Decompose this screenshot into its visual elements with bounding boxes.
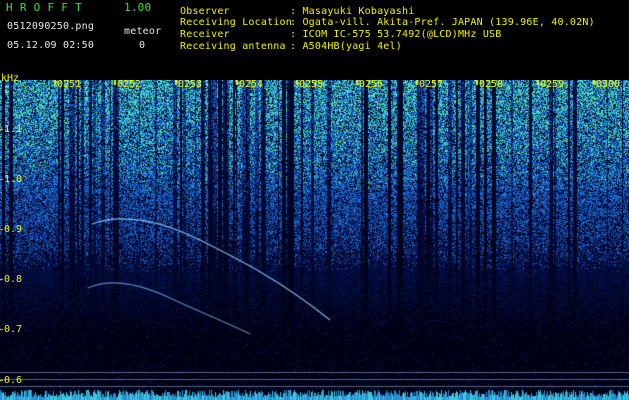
file-name: 0512090250.png (7, 21, 95, 32)
freq-tick-1-0: 1.0 (4, 174, 23, 185)
app-version: 1.00 (124, 1, 152, 14)
time-tick-0256: 0256 (359, 79, 384, 90)
freq-tick-0-8: 0.8 (4, 274, 23, 285)
observer-label: Observer (180, 6, 230, 17)
time-tick-0257: 0257 (419, 79, 444, 90)
time-tick-0254: 0254 (239, 79, 264, 90)
time-tick-0251: 0251 (57, 79, 82, 90)
meteor-count: 0 (139, 40, 146, 51)
time-tick-0300: 0300 (596, 79, 621, 90)
location-label: Receiving Location (180, 17, 292, 28)
antenna-label: Receiving antenna (180, 41, 286, 52)
header-panel: HROFFT 1.00 0512090250.png 05.12.09 02:5… (0, 0, 629, 80)
time-tick-0258: 0258 (479, 79, 504, 90)
freq-tick-0-7: 0.7 (4, 324, 23, 335)
location-value: : Ogata-vill. Akita-Pref. JAPAN (139.96E… (290, 17, 595, 28)
time-tick-0255: 0255 (299, 79, 324, 90)
freq-tick-1-1: 1.1 (4, 124, 23, 135)
receiver-label: Receiver (180, 29, 230, 40)
time-tick-0253: 0253 (178, 79, 203, 90)
antenna-value: : A504HB(yagi 4el) (290, 41, 402, 52)
time-tick-0259: 0259 (540, 79, 565, 90)
app-name: HROFFT (6, 1, 89, 14)
file-datetime: 05.12.09 02:50 (7, 40, 95, 51)
freq-tick-0-6: 0.6 (4, 375, 23, 386)
spectrogram-axes: kHz 0251 0252 0253 0254 0255 0256 0257 0… (0, 73, 629, 400)
meteor-label: meteor (124, 26, 162, 37)
time-tick-0252: 0252 (117, 79, 142, 90)
observer-value: : Masayuki Kobayashi (290, 6, 415, 17)
freq-unit-label: kHz (1, 73, 20, 84)
receiver-value: : ICOM IC-575 53.7492(@LCD)MHz USB (290, 29, 502, 40)
freq-tick-0-9: 0.9 (4, 224, 23, 235)
